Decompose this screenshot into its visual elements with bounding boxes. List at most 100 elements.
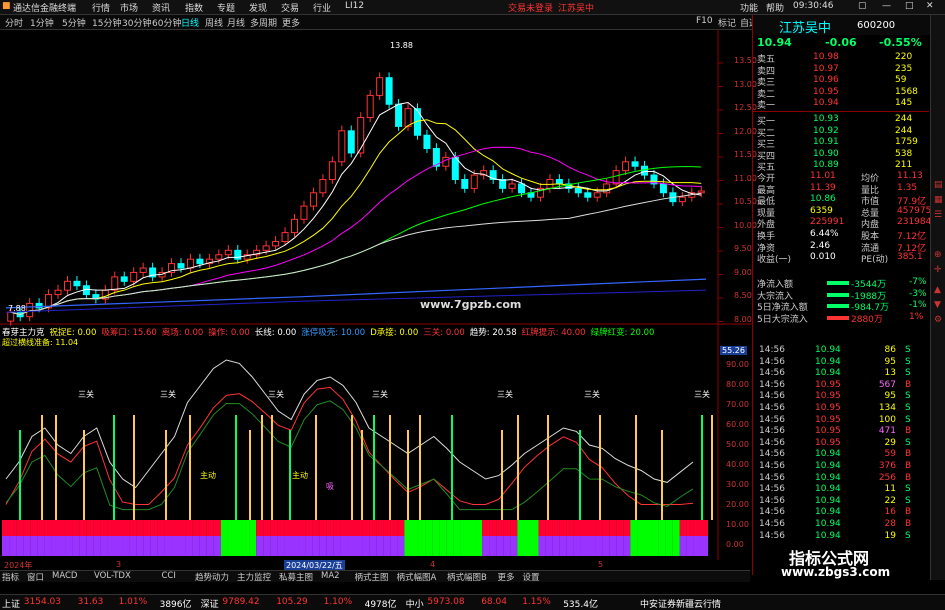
- zoom-icon[interactable]: ⊕: [934, 250, 942, 260]
- menu-item-hangye[interactable]: 行业: [313, 1, 331, 14]
- down-icon[interactable]: ▼: [934, 300, 941, 310]
- kline-min-label: 7.88: [8, 304, 26, 313]
- strip-top-cell: [545, 520, 553, 536]
- tick-side: S: [905, 437, 911, 448]
- minimize-icon[interactable]: —: [882, 1, 891, 11]
- flow-bar: [827, 304, 849, 309]
- tick-time: 14:56: [759, 414, 785, 425]
- indicator-tab[interactable]: MA2: [321, 571, 340, 581]
- candle-body: [612, 170, 620, 185]
- indicator-tab[interactable]: 柄式幅图A: [397, 571, 437, 583]
- period-tab-1min[interactable]: 1分钟: [30, 16, 54, 29]
- grid-icon[interactable]: ▦: [934, 195, 943, 205]
- price-change: -0.06: [825, 36, 857, 49]
- trade-login-status[interactable]: 交易未登录: [508, 1, 553, 14]
- strip-bottom-cell: [100, 536, 108, 556]
- menu-item-faxian[interactable]: 发现: [249, 1, 267, 14]
- period-tab-15min[interactable]: 15分钟: [92, 16, 121, 29]
- menu-item-zixun[interactable]: 资讯: [152, 1, 170, 14]
- indicator-tab[interactable]: MACD: [52, 571, 77, 581]
- list-icon[interactable]: ☰: [934, 210, 942, 220]
- strip-top-cell: [37, 520, 45, 536]
- tick-side: S: [905, 495, 911, 506]
- tick-row: 14:56 10.94 28 B: [755, 519, 930, 531]
- tick-volume: 100: [878, 414, 896, 425]
- candle-body: [309, 192, 317, 207]
- tick-row: 14:56 10.94 59 B: [755, 449, 930, 461]
- close-icon[interactable]: ✕: [926, 1, 934, 11]
- indicator-tab[interactable]: 柄式幅图B: [447, 571, 487, 583]
- restore-icon[interactable]: ▢: [858, 1, 867, 11]
- strip-bottom-cell: [679, 536, 687, 556]
- strip-top-cell: [425, 520, 433, 536]
- indicator-tab[interactable]: 指标: [2, 571, 19, 583]
- tick-time: 14:56: [759, 495, 785, 506]
- period-tab-monthly[interactable]: 月线: [227, 16, 245, 29]
- up-icon[interactable]: ▲: [934, 285, 941, 295]
- indicator-value-badge: 55.26: [720, 346, 747, 355]
- period-tab-weekly[interactable]: 周线: [205, 16, 223, 29]
- period-tab-multi[interactable]: 多周期: [250, 16, 277, 29]
- tick-price: 10.95: [815, 403, 841, 413]
- settings-icon[interactable]: ⚙: [934, 315, 942, 325]
- strip-bottom-cell: [538, 536, 546, 556]
- indicator-tab[interactable]: 私募主图: [279, 571, 313, 583]
- indicator-tab[interactable]: 更多: [498, 571, 515, 583]
- candle-body: [518, 183, 526, 194]
- menu-item-jiaoyi[interactable]: 交易: [281, 1, 299, 14]
- tick-list[interactable]: 14:56 10.94 86 S 14:56 10.94 95 S 14:56 10.94 13 S 1…: [753, 345, 931, 545]
- indicator-tab[interactable]: 柄式主图: [355, 571, 389, 583]
- ask-price: 10.98: [813, 52, 839, 62]
- strip-bottom-cell: [199, 536, 207, 556]
- ask-row[interactable]: 卖一 10.94 145: [755, 98, 930, 111]
- indicator-tab[interactable]: 主力监控: [237, 571, 271, 583]
- candle-body: [385, 77, 393, 105]
- strip-bottom-cell: [256, 536, 264, 556]
- tick-volume: 86: [884, 345, 896, 355]
- indicator-tab[interactable]: 设置: [523, 571, 540, 583]
- strip-top-cell: [249, 520, 257, 536]
- period-tab-more[interactable]: 更多: [282, 16, 300, 29]
- menu-item-shichang[interactable]: 市场: [120, 1, 138, 14]
- indicator-header-item: D承接: 0.00: [370, 328, 419, 338]
- tick-side: B: [905, 507, 912, 518]
- chart-area[interactable]: [0, 30, 752, 570]
- move-icon[interactable]: ✛: [934, 265, 942, 275]
- f10-button[interactable]: F10: [696, 16, 713, 26]
- indicator-tab[interactable]: VOL-TDX: [94, 571, 131, 581]
- menu-item-hangqing[interactable]: 行情: [92, 1, 110, 14]
- strip-top-cell: [397, 520, 405, 536]
- strip-bottom-cell: [305, 536, 313, 556]
- period-tab-60min[interactable]: 60分钟: [152, 16, 181, 29]
- strip-top-cell: [623, 520, 631, 536]
- status-item: 4978亿: [364, 600, 397, 610]
- strip-bottom-cell: [595, 536, 603, 556]
- stat-value: 1.35: [897, 182, 918, 193]
- candle-body: [366, 94, 374, 119]
- menu-item-zhuanti[interactable]: 专题: [217, 1, 235, 14]
- tick-time: 14:56: [759, 368, 785, 379]
- strip-bottom-cell: [298, 536, 306, 556]
- menu-item-zhishu[interactable]: 指数: [185, 1, 203, 14]
- tick-price: 10.94: [815, 368, 841, 379]
- ask-price: 10.96: [813, 75, 839, 86]
- menu-item-gongneng[interactable]: 功能: [740, 1, 758, 14]
- indicator-tab[interactable]: 窗口: [27, 571, 44, 583]
- tick-volume: 134: [878, 403, 896, 413]
- mark-button[interactable]: 标记: [718, 16, 736, 29]
- indicator-tab[interactable]: 趋势动力: [195, 571, 229, 583]
- menu-item-li12[interactable]: LI12: [345, 1, 364, 11]
- app-logo-icon: ■: [2, 1, 11, 11]
- period-tab-5min[interactable]: 5分钟: [62, 16, 86, 29]
- indicator-tab[interactable]: CCI: [162, 571, 176, 581]
- strip-bottom-cell: [44, 536, 52, 556]
- menu-item-bangzhu[interactable]: 帮助: [766, 1, 784, 14]
- period-tab-daily[interactable]: 日线: [181, 16, 199, 29]
- tick-time: 14:56: [759, 472, 785, 483]
- maximize-icon[interactable]: □: [905, 1, 914, 11]
- period-tab-fenshi[interactable]: 分时: [5, 16, 23, 29]
- candle-body: [328, 161, 336, 181]
- chart-icon[interactable]: ▤: [934, 180, 943, 190]
- strip-bottom-cell: [227, 536, 236, 556]
- period-tab-30min[interactable]: 30分钟: [122, 16, 151, 29]
